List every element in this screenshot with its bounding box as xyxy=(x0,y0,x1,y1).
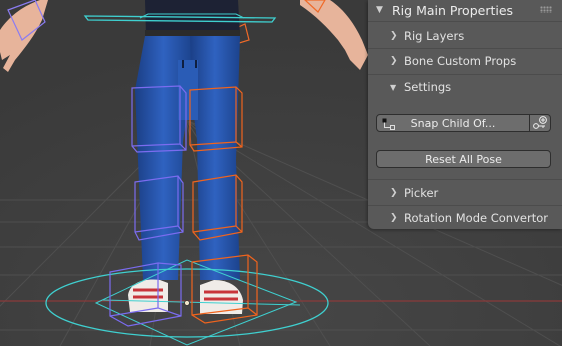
drag-grip-icon[interactable] xyxy=(540,6,552,13)
divider xyxy=(368,21,562,22)
section-label: Rig Layers xyxy=(404,29,465,43)
section-picker[interactable]: ❯ Picker xyxy=(368,181,562,205)
snap-button-label: Snap Child Of... xyxy=(410,116,496,130)
section-settings[interactable]: ▼ Settings xyxy=(368,75,562,99)
snap-options-button[interactable] xyxy=(530,114,551,132)
chevron-right-icon: ❯ xyxy=(390,188,398,198)
chevron-down-icon: ▼ xyxy=(390,82,397,92)
divider xyxy=(368,179,562,180)
section-label: Rotation Mode Convertor xyxy=(404,211,548,225)
chevron-right-icon: ❯ xyxy=(390,213,398,223)
chevron-right-icon: ❯ xyxy=(390,56,398,66)
reset-button-label: Reset All Pose xyxy=(425,152,502,166)
chevron-down-icon: ▼ xyxy=(376,5,383,15)
add-key-icon xyxy=(533,116,547,129)
constraint-icon xyxy=(382,118,395,130)
section-rig-layers[interactable]: ❯ Rig Layers xyxy=(368,24,562,48)
origin-point xyxy=(184,300,190,306)
belt xyxy=(145,30,240,36)
section-label: Settings xyxy=(404,80,452,94)
panel-header[interactable]: ▼ Rig Main Properties xyxy=(368,0,562,20)
reset-all-pose-button[interactable]: Reset All Pose xyxy=(376,150,551,168)
section-label: Bone Custom Props xyxy=(404,54,517,68)
section-bone-custom-props[interactable]: ❯ Bone Custom Props xyxy=(368,49,562,73)
chevron-right-icon: ❯ xyxy=(390,31,398,41)
snap-child-of-button[interactable]: Snap Child Of... xyxy=(376,114,530,132)
section-rotation-mode-convertor[interactable]: ❯ Rotation Mode Convertor xyxy=(368,206,562,230)
rig-main-properties-panel: ▼ Rig Main Properties ❯ Rig Layers ❯ Bon… xyxy=(368,0,562,229)
panel-title: Rig Main Properties xyxy=(392,2,514,18)
section-label: Picker xyxy=(404,186,439,200)
